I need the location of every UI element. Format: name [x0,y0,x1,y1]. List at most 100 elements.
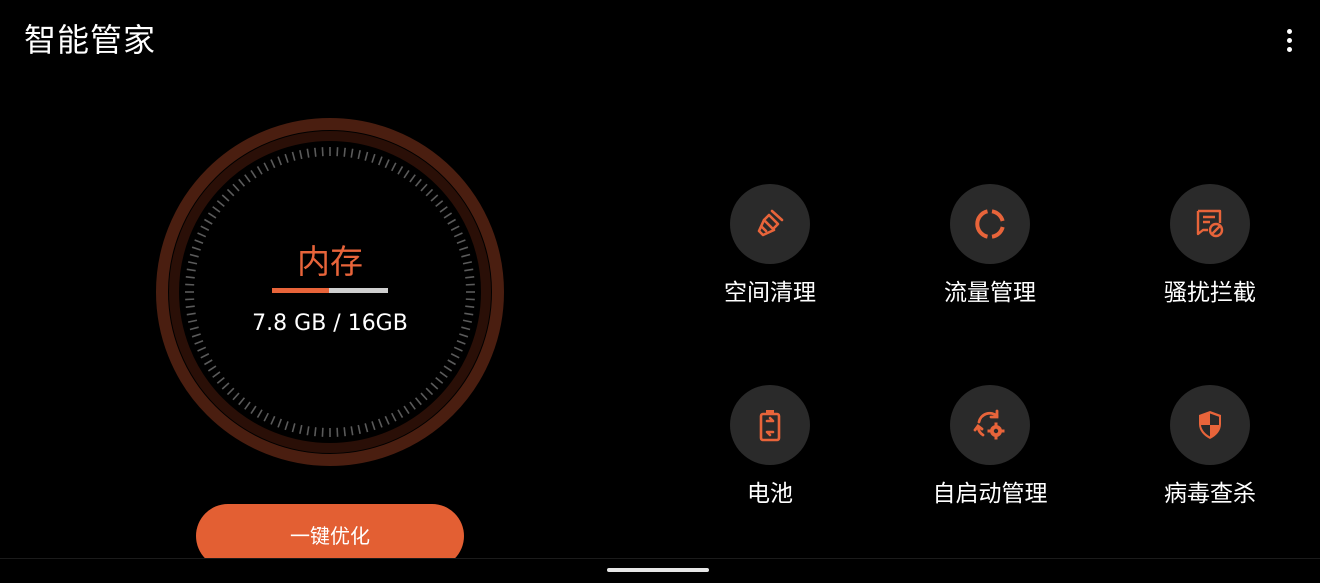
gauge-tick [258,410,263,418]
gauge-tick [379,419,382,427]
gauge-tick [448,220,456,225]
gauge-tick [239,398,245,405]
gauge-tick [351,149,352,158]
gauge-tick [454,233,462,237]
shield-icon [1193,408,1227,442]
feature-icon-circle [950,385,1030,465]
gauge-tick [227,189,233,195]
gauge-tick [426,388,432,394]
gauge-tick [365,423,367,432]
gauge-tick [204,220,212,225]
gauge-tick [440,372,447,377]
gauge-tick [436,201,443,207]
gauge-tick [292,152,294,161]
gauge-tick [457,341,465,344]
more-options-button[interactable] [1272,22,1306,58]
gauge-tick [315,427,316,436]
gauge-tick [416,398,422,405]
gauge-tick [451,226,459,230]
gauge-tick [204,360,212,365]
gauge-tick [251,406,256,414]
feature-icon-circle [1170,184,1250,264]
feature-label: 电池 [670,479,870,509]
gauge-tick [344,148,345,157]
gauge-tick [307,426,308,435]
feature-icon-circle [730,184,810,264]
gauge-tick [392,413,396,421]
gauge-tick [222,383,229,389]
feature-label: 空间清理 [670,278,870,308]
gauge-tick [436,378,443,384]
gauge-tick [271,416,275,424]
gauge-tick [421,393,427,400]
gauge-tick [245,175,250,182]
gauge-tick [213,372,220,377]
gauge-tick [251,170,256,178]
gauge-tick [448,360,456,365]
data-usage-icon [973,207,1007,241]
gauge-tick [208,213,216,218]
memory-usage-bar [272,288,388,293]
gauge-tick [285,421,288,430]
feature-label: 病毒查杀 [1110,479,1310,509]
gauge-tick [372,421,375,430]
gauge-tick [431,383,438,389]
feature-virus-scan[interactable]: 病毒查杀 [1110,385,1310,525]
gauge-tick [278,157,281,165]
memory-usage-bar-fill [272,288,329,293]
gauge-tick [217,201,224,207]
feature-space-cleanup[interactable]: 空间清理 [670,184,870,324]
gauge-tick [186,306,195,307]
gauge-tick [245,402,250,409]
feature-harassment-block[interactable]: 骚扰拦截 [1110,184,1310,324]
feature-autostart-management[interactable]: 自启动管理 [890,385,1090,525]
gauge-tick [344,427,345,436]
gauge-tick [444,366,452,371]
gauge-tick [440,207,447,212]
autostart-gear-icon [973,408,1007,442]
memory-usage-value: 7.8 GB / 16GB [152,310,508,338]
gauge-tick [398,166,403,174]
gauge-tick [264,413,268,421]
app-title: 智能管家 [24,20,156,60]
feature-icon-circle [730,385,810,465]
gauge-tick [201,226,209,230]
gauge-tick [404,406,409,414]
gauge-tick [217,378,224,384]
block-message-icon [1193,207,1227,241]
feature-data-usage[interactable]: 流量管理 [890,184,1090,324]
gauge-tick [372,154,375,163]
feature-label: 骚扰拦截 [1110,278,1310,308]
gauge-tick [385,416,389,424]
gauge-tick [426,189,432,195]
gauge-tick [358,425,360,434]
gauge-tick [258,166,263,174]
home-indicator[interactable] [607,568,709,572]
feature-label: 流量管理 [890,278,1090,308]
more-vert-icon-dot [1287,47,1292,52]
gauge-tick [465,306,474,307]
gauge-label: 内存 [152,242,508,282]
gauge-tick [201,354,209,358]
gauge-tick [351,426,352,435]
gauge-tick [233,393,239,400]
gauge-tick [227,388,233,394]
more-vert-icon [1287,29,1292,34]
gauge-tick [385,160,389,168]
gauge-tick [239,179,245,186]
memory-gauge[interactable]: 内存 7.8 GB / 16GB [152,114,508,470]
gauge-tick [292,423,294,432]
gauge-tick [285,154,288,163]
gauge-tick [233,184,239,191]
gauge-tick [208,366,216,371]
gauge-tick [404,170,409,178]
broom-icon [753,207,787,241]
gauge-tick [421,184,427,191]
gauge-tick [410,175,415,182]
gauge-tick [222,195,229,201]
gauge-tick [410,402,415,409]
battery-icon [753,408,787,442]
feature-battery[interactable]: 电池 [670,385,870,525]
gauge-tick [431,195,438,201]
gauge-tick [300,150,302,159]
